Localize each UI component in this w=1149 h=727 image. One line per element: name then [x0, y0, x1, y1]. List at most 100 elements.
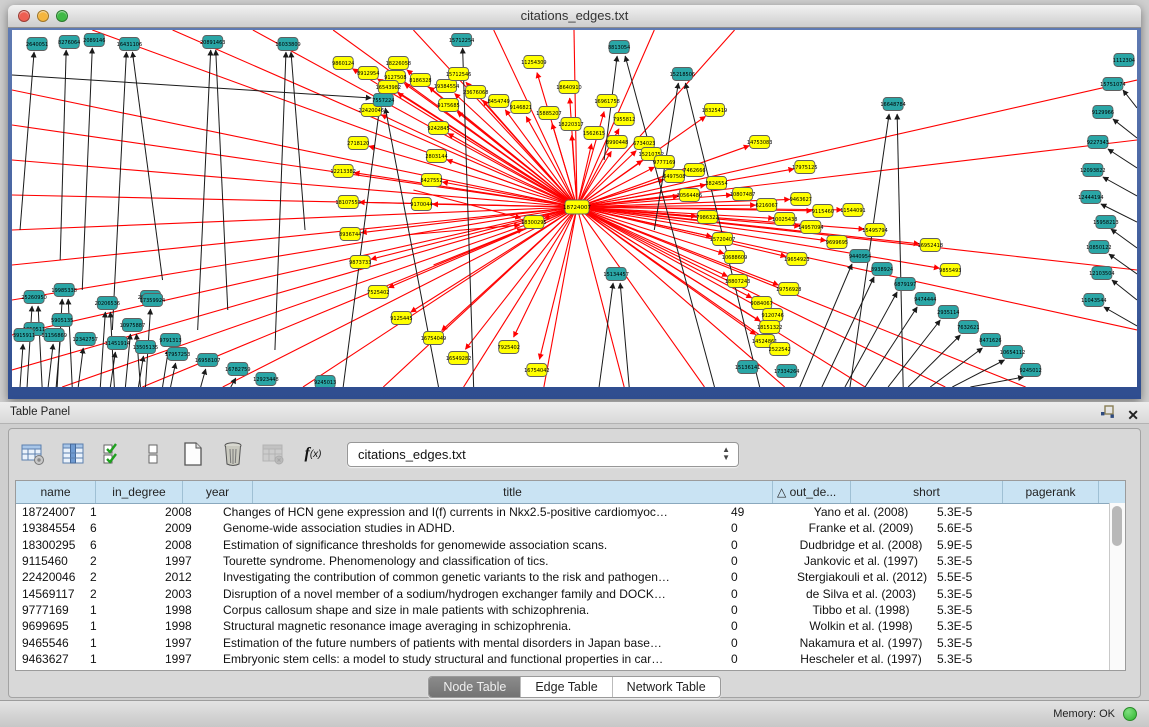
table-cell[interactable]: 1	[84, 636, 159, 650]
table-cell[interactable]: Tibbo et al. (1998)	[791, 603, 931, 617]
graph-node[interactable]: 9125445	[390, 312, 412, 325]
scrollbar-thumb[interactable]	[1112, 506, 1122, 546]
graph-node[interactable]: 15136141	[735, 361, 760, 374]
table-cell[interactable]: 2	[84, 570, 159, 584]
graph-node[interactable]: 16952418	[918, 239, 943, 252]
graph-node[interactable]: 5905135	[51, 314, 73, 327]
graph-node[interactable]: 16782759	[225, 363, 250, 376]
graph-node[interactable]: 18151322	[757, 321, 782, 334]
column-header-pagerank[interactable]: pagerank	[1003, 481, 1099, 503]
graph-node[interactable]: 18226058	[386, 57, 411, 70]
table-cell[interactable]: 49	[725, 505, 791, 519]
table-cell[interactable]: Stergiakouli et al. (2012)	[791, 570, 931, 584]
graph-node[interactable]: 15134457	[603, 268, 628, 281]
delete-column-icon[interactable]	[219, 440, 247, 468]
table-cell[interactable]: 9115460	[16, 554, 84, 568]
graph-node[interactable]: 9873733	[349, 256, 371, 269]
table-cell[interactable]: Wolkin et al. (1998)	[791, 619, 931, 633]
table-cell[interactable]: Tourette syndrome. Phenomenology and cla…	[217, 554, 725, 568]
graph-node[interactable]: 10975887	[120, 319, 145, 332]
graph-node[interactable]: 15495794	[862, 224, 887, 237]
table-row[interactable]: 1456911722003Disruption of a novel membe…	[16, 585, 1125, 601]
graph-node[interactable]: 16033809	[275, 38, 300, 51]
graph-node[interactable]: 8990448	[606, 136, 628, 149]
tab-edge-table[interactable]: Edge Table	[521, 677, 612, 697]
graph-node[interactable]: 16549282	[446, 352, 471, 365]
table-cell[interactable]: 2003	[159, 587, 217, 601]
table-cell[interactable]: Yano et al. (2008)	[791, 505, 931, 519]
graph-node[interactable]: 9463627	[790, 193, 812, 206]
graph-node[interactable]: 8912954	[357, 67, 379, 80]
graph-node[interactable]: 16754042	[524, 364, 549, 377]
table-cell[interactable]: 2008	[159, 505, 217, 519]
table-cell[interactable]: Estimation of significance thresholds fo…	[217, 538, 725, 552]
column-header-year[interactable]: year	[183, 481, 253, 503]
table-cell[interactable]: Structural magnetic resonance image aver…	[217, 619, 725, 633]
graph-node[interactable]: 15958213	[1093, 216, 1118, 229]
graph-node[interactable]: 2089146	[83, 34, 105, 47]
graph-node[interactable]: 9777169	[653, 156, 675, 169]
graph-node[interactable]: 2935114	[937, 306, 959, 319]
table-row[interactable]: 1830029562008Estimation of significance …	[16, 537, 1125, 553]
graph-node[interactable]: 19654923	[784, 253, 809, 266]
table-cell[interactable]: 1	[84, 652, 159, 666]
table-cell[interactable]: 0	[725, 603, 791, 617]
table-cell[interactable]: 0	[725, 636, 791, 650]
table-cell[interactable]: 9777169	[16, 603, 84, 617]
graph-node[interactable]: 15720407	[710, 233, 735, 246]
graph-node[interactable]: 12103504	[1089, 267, 1114, 280]
table-cell[interactable]: 1998	[159, 603, 217, 617]
table-row[interactable]: 946554611997Estimation of the future num…	[16, 634, 1125, 650]
show-column-icon[interactable]	[59, 440, 87, 468]
graph-node[interactable]: 18107553	[335, 196, 360, 209]
table-cell[interactable]: 6	[84, 538, 159, 552]
graph-node[interactable]: 12923448	[253, 373, 278, 386]
graph-node[interactable]: 18300295	[521, 216, 546, 229]
graph-node[interactable]: 9129966	[1092, 106, 1114, 119]
table-cell[interactable]: Nakamura et al. (1997)	[791, 636, 931, 650]
table-cell[interactable]: Dudbridge et al. (2008)	[791, 538, 931, 552]
table-row[interactable]: 1938455462009Genome-wide association stu…	[16, 520, 1125, 536]
graph-node[interactable]: 16543982	[376, 81, 401, 94]
table-cell[interactable]: 2	[84, 587, 159, 601]
tab-node-table[interactable]: Node Table	[429, 677, 521, 697]
table-cell[interactable]: Genome-wide association studies in ADHD.	[217, 521, 725, 535]
table-cell[interactable]: Franke et al. (2009)	[791, 521, 931, 535]
graph-node[interactable]: 17359924	[140, 294, 165, 307]
graph-node[interactable]: 9245013	[314, 376, 336, 388]
graph-node[interactable]: 8186328	[409, 74, 431, 87]
graph-node[interactable]: 9227343	[1087, 136, 1109, 149]
graph-node[interactable]: 10850122	[1086, 241, 1111, 254]
graph-node[interactable]: 14753083	[747, 136, 772, 149]
table-row[interactable]: 977716911998Corpus callosum shape and si…	[16, 602, 1125, 618]
table-row[interactable]: 911546021997Tourette syndrome. Phenomeno…	[16, 553, 1125, 569]
deselect-all-icon[interactable]	[139, 440, 167, 468]
table-cell[interactable]: 5.3E-5	[931, 652, 1015, 666]
graph-node[interactable]: 20564486	[677, 189, 702, 202]
table-cell[interactable]: 1997	[159, 652, 217, 666]
graph-node[interactable]: 9855493	[939, 264, 961, 277]
table-cell[interactable]: 0	[725, 554, 791, 568]
graph-node[interactable]: 6497508	[663, 170, 685, 183]
graph-node[interactable]: 9084067	[751, 297, 773, 310]
table-cell[interactable]: 1997	[159, 636, 217, 650]
table-cell[interactable]: 1998	[159, 619, 217, 633]
table-cell[interactable]: 1	[84, 505, 159, 519]
graph-node[interactable]: 16431106	[117, 38, 142, 51]
graph-node[interactable]: 17975125	[792, 161, 817, 174]
table-cell[interactable]: 5.3E-5	[931, 619, 1015, 633]
graph-node[interactable]: 9170044	[410, 198, 432, 211]
graph-node[interactable]: 12444194	[1078, 191, 1103, 204]
graph-node[interactable]: 12093822	[1080, 164, 1105, 177]
graph-node[interactable]: 11451914	[105, 337, 130, 350]
table-cell[interactable]: 0	[725, 570, 791, 584]
table-cell[interactable]: 5.3E-5	[931, 603, 1015, 617]
graph-node[interactable]: 6216067	[756, 199, 778, 212]
graph-node[interactable]: 8936744	[339, 228, 361, 241]
graph-node[interactable]: 8427552	[420, 174, 442, 187]
table-mode-icon[interactable]	[19, 440, 47, 468]
graph-node[interactable]: 6879197	[894, 278, 916, 291]
table-cell[interactable]: 18724007	[16, 505, 84, 519]
graph-node[interactable]: 8471626	[979, 334, 1001, 347]
column-header-title[interactable]: title	[253, 481, 773, 503]
